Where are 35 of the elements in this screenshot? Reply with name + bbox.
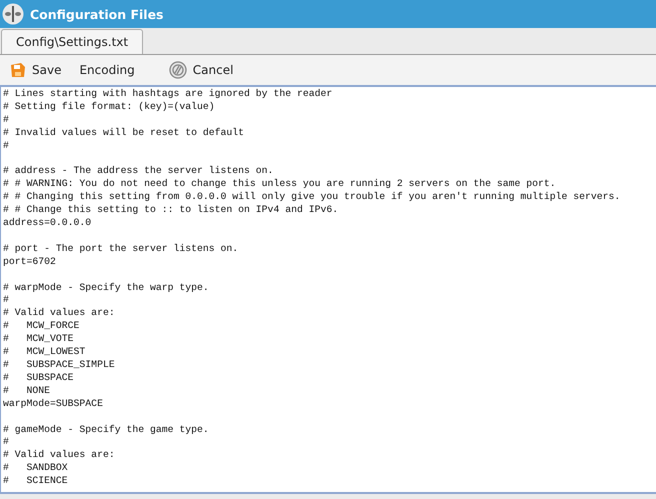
code-line: # Lines starting with hashtags are ignored by the reader	[3, 88, 332, 101]
code-line: # SANDBOX	[3, 462, 68, 476]
code-line: # MCW_FORCE	[3, 320, 80, 334]
cancel-icon	[168, 61, 187, 79]
app-logo-icon	[2, 3, 24, 25]
code-line: port=6702	[3, 256, 56, 269]
code-line: #	[3, 294, 9, 308]
window-title: Configuration Files	[30, 6, 164, 22]
code-line: # MCW_VOTE	[3, 333, 74, 346]
code-line: # gameMode - Specify the game type.	[3, 424, 209, 436]
code-line: # address - The address the server listens on.	[3, 165, 274, 178]
cancel-button[interactable]: Cancel	[164, 59, 238, 81]
code-line: # Valid values are:	[3, 449, 115, 462]
encoding-button[interactable]: Encoding	[75, 61, 139, 79]
code-line: # Invalid values will be reset to default	[3, 126, 244, 140]
code-line: # Valid values are:	[3, 307, 115, 320]
code-line: #	[3, 114, 9, 127]
file-tab[interactable]: Config\Settings.txt	[1, 29, 144, 54]
code-line: #	[3, 436, 9, 450]
code-line: # SUBSPACE_SIMPLE	[3, 358, 115, 372]
code-line: # SCIENCE	[3, 475, 68, 488]
code-line: # Setting file format: (key)=(value)	[3, 100, 215, 114]
text-editor[interactable]	[0, 85, 656, 494]
code-line: # warpMode - Specify the warp type.	[3, 282, 209, 294]
code-line: address=0.0.0.0	[3, 217, 92, 230]
code-line: # port - The port the server listens on.	[3, 242, 238, 256]
code-line: warpMode=SUBSPACE	[3, 398, 103, 411]
save-button[interactable]: Save	[6, 60, 66, 80]
code-line: # # Changing this setting from 0.0.0.0 will only give you trouble if you aren't running multiple servers.	[3, 191, 620, 204]
code-line: # # WARNING: You do not need to change this unless you are running 2 servers on the same port.	[3, 178, 556, 192]
code-line: # SUBSPACE	[3, 372, 74, 385]
code-line: # MCW_LOWEST	[3, 346, 86, 359]
code-line: #	[3, 140, 9, 153]
code-line: # # Change this setting to :: to listen on IPv4 and IPv6.	[3, 204, 338, 218]
code-line: # NONE	[3, 384, 50, 398]
